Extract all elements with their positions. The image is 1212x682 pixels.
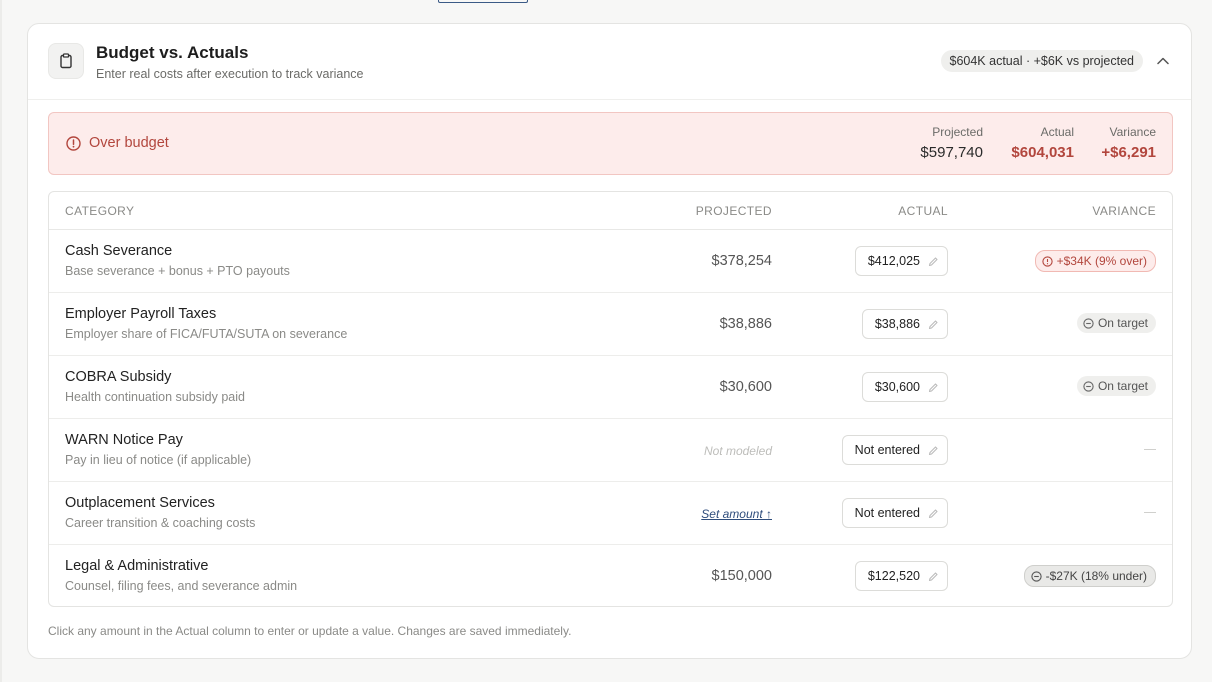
chevron-up-icon bbox=[1157, 52, 1169, 70]
actual-amount-button[interactable]: Not entered bbox=[841, 435, 948, 465]
row-category-desc: Employer share of FICA/FUTA/SUTA on seve… bbox=[65, 327, 348, 341]
card-subtitle: Enter real costs after execution to trac… bbox=[96, 67, 364, 81]
row-category-name: Cash Severance bbox=[65, 243, 173, 259]
active-tab-indicator bbox=[438, 0, 528, 3]
budget-vs-actuals-card: Budget vs. Actuals Enter real costs afte… bbox=[27, 23, 1192, 659]
set-amount-link[interactable]: Set amount ↑ bbox=[701, 507, 772, 521]
minus-circle-icon bbox=[1030, 570, 1042, 582]
alert-actual-value: $604,031 bbox=[1011, 144, 1074, 161]
page-edge bbox=[0, 0, 2, 682]
collapse-button[interactable] bbox=[1153, 52, 1173, 70]
header-category: CATEGORY bbox=[65, 204, 135, 218]
header-projected: PROJECTED bbox=[695, 204, 772, 218]
variance-badge-on-target: On target bbox=[1076, 313, 1156, 333]
variance-text: On target bbox=[1097, 316, 1148, 330]
variance-text: +$34K (9% over) bbox=[1056, 254, 1147, 268]
card-header: Budget vs. Actuals Enter real costs afte… bbox=[28, 24, 1191, 100]
pencil-icon bbox=[928, 256, 939, 267]
row-projected-not-modeled: Not modeled bbox=[703, 444, 772, 458]
row-category-desc: Career transition & coaching costs bbox=[65, 516, 256, 530]
pencil-icon bbox=[928, 508, 939, 519]
table-row: WARN Notice Pay Pay in lieu of notice (i… bbox=[49, 418, 1172, 482]
variance-empty-dash bbox=[1144, 449, 1156, 450]
footnote: Click any amount in the Actual column to… bbox=[48, 624, 572, 638]
table-row: Cash Severance Base severance + bonus + … bbox=[49, 229, 1172, 293]
alert-projected-label: Projected bbox=[932, 125, 983, 139]
pencil-icon bbox=[928, 319, 939, 330]
header-variance: VARIANCE bbox=[1092, 204, 1156, 218]
variance-text: -$27K (18% under) bbox=[1045, 569, 1147, 583]
variance-badge-on-target: On target bbox=[1076, 376, 1156, 396]
alert-variance-label: Variance bbox=[1109, 125, 1156, 139]
row-projected: $38,886 bbox=[719, 316, 772, 332]
row-category-name: COBRA Subsidy bbox=[65, 369, 172, 385]
row-projected: $378,254 bbox=[711, 253, 772, 269]
variance-empty-dash bbox=[1144, 512, 1156, 513]
variance-badge-under: -$27K (18% under) bbox=[1023, 565, 1156, 587]
variance-badge-over: +$34K (9% over) bbox=[1034, 250, 1156, 272]
actual-value: $122,520 bbox=[867, 569, 920, 583]
table-row: COBRA Subsidy Health continuation subsid… bbox=[49, 355, 1172, 419]
row-projected: $30,600 bbox=[719, 379, 772, 395]
row-category-desc: Pay in lieu of notice (if applicable) bbox=[65, 453, 252, 467]
pencil-icon bbox=[928, 382, 939, 393]
row-category-name: Outplacement Services bbox=[65, 495, 215, 511]
alert-variance: Variance +$6,291 bbox=[1101, 125, 1156, 161]
header-actual: ACTUAL bbox=[898, 204, 948, 218]
actual-value: Not entered bbox=[854, 443, 920, 457]
actual-value: $412,025 bbox=[867, 254, 920, 268]
alert-circle-icon bbox=[1041, 255, 1053, 267]
alert-projected-value: $597,740 bbox=[920, 144, 983, 161]
actual-amount-button[interactable]: $38,886 bbox=[861, 309, 948, 339]
over-budget-alert: Over budget Projected $597,740 Actual $6… bbox=[48, 112, 1173, 175]
table-row: Employer Payroll Taxes Employer share of… bbox=[49, 292, 1172, 356]
alert-circle-icon bbox=[66, 136, 81, 156]
actual-amount-button[interactable]: $122,520 bbox=[854, 561, 948, 591]
actual-amount-button[interactable]: $412,025 bbox=[854, 246, 948, 276]
alert-projected: Projected $597,740 bbox=[920, 125, 983, 161]
table-row: Legal & Administrative Counsel, filing f… bbox=[49, 544, 1172, 606]
row-category-name: Employer Payroll Taxes bbox=[65, 306, 217, 322]
actual-value: Not entered bbox=[854, 506, 920, 520]
row-category-name: WARN Notice Pay bbox=[65, 432, 183, 448]
variance-text: On target bbox=[1097, 379, 1148, 393]
alert-actual-label: Actual bbox=[1040, 125, 1074, 139]
summary-badge: $604K actual · +$6K vs projected bbox=[940, 50, 1143, 72]
card-title: Budget vs. Actuals bbox=[96, 43, 249, 62]
alert-variance-value: +$6,291 bbox=[1101, 144, 1156, 161]
minus-circle-icon bbox=[1083, 317, 1094, 329]
pencil-icon bbox=[928, 571, 939, 582]
clipboard-icon bbox=[48, 43, 84, 79]
table-header: CATEGORY PROJECTED ACTUAL VARIANCE bbox=[49, 192, 1172, 230]
row-category-name: Legal & Administrative bbox=[65, 558, 209, 574]
table-row: Outplacement Services Career transition … bbox=[49, 481, 1172, 545]
pencil-icon bbox=[928, 445, 939, 456]
actual-amount-button[interactable]: $30,600 bbox=[861, 372, 948, 402]
row-category-desc: Base severance + bonus + PTO payouts bbox=[65, 264, 290, 278]
minus-circle-icon bbox=[1083, 380, 1094, 392]
alert-actual: Actual $604,031 bbox=[1011, 125, 1074, 161]
row-category-desc: Health continuation subsidy paid bbox=[65, 390, 245, 404]
actual-amount-button[interactable]: Not entered bbox=[841, 498, 948, 528]
actual-value: $38,886 bbox=[874, 317, 920, 331]
row-projected: $150,000 bbox=[711, 568, 772, 584]
actual-value: $30,600 bbox=[874, 380, 920, 394]
alert-label: Over budget bbox=[89, 135, 169, 151]
row-category-desc: Counsel, filing fees, and severance admi… bbox=[65, 579, 298, 593]
budget-table: CATEGORY PROJECTED ACTUAL VARIANCE Cash … bbox=[48, 191, 1173, 607]
